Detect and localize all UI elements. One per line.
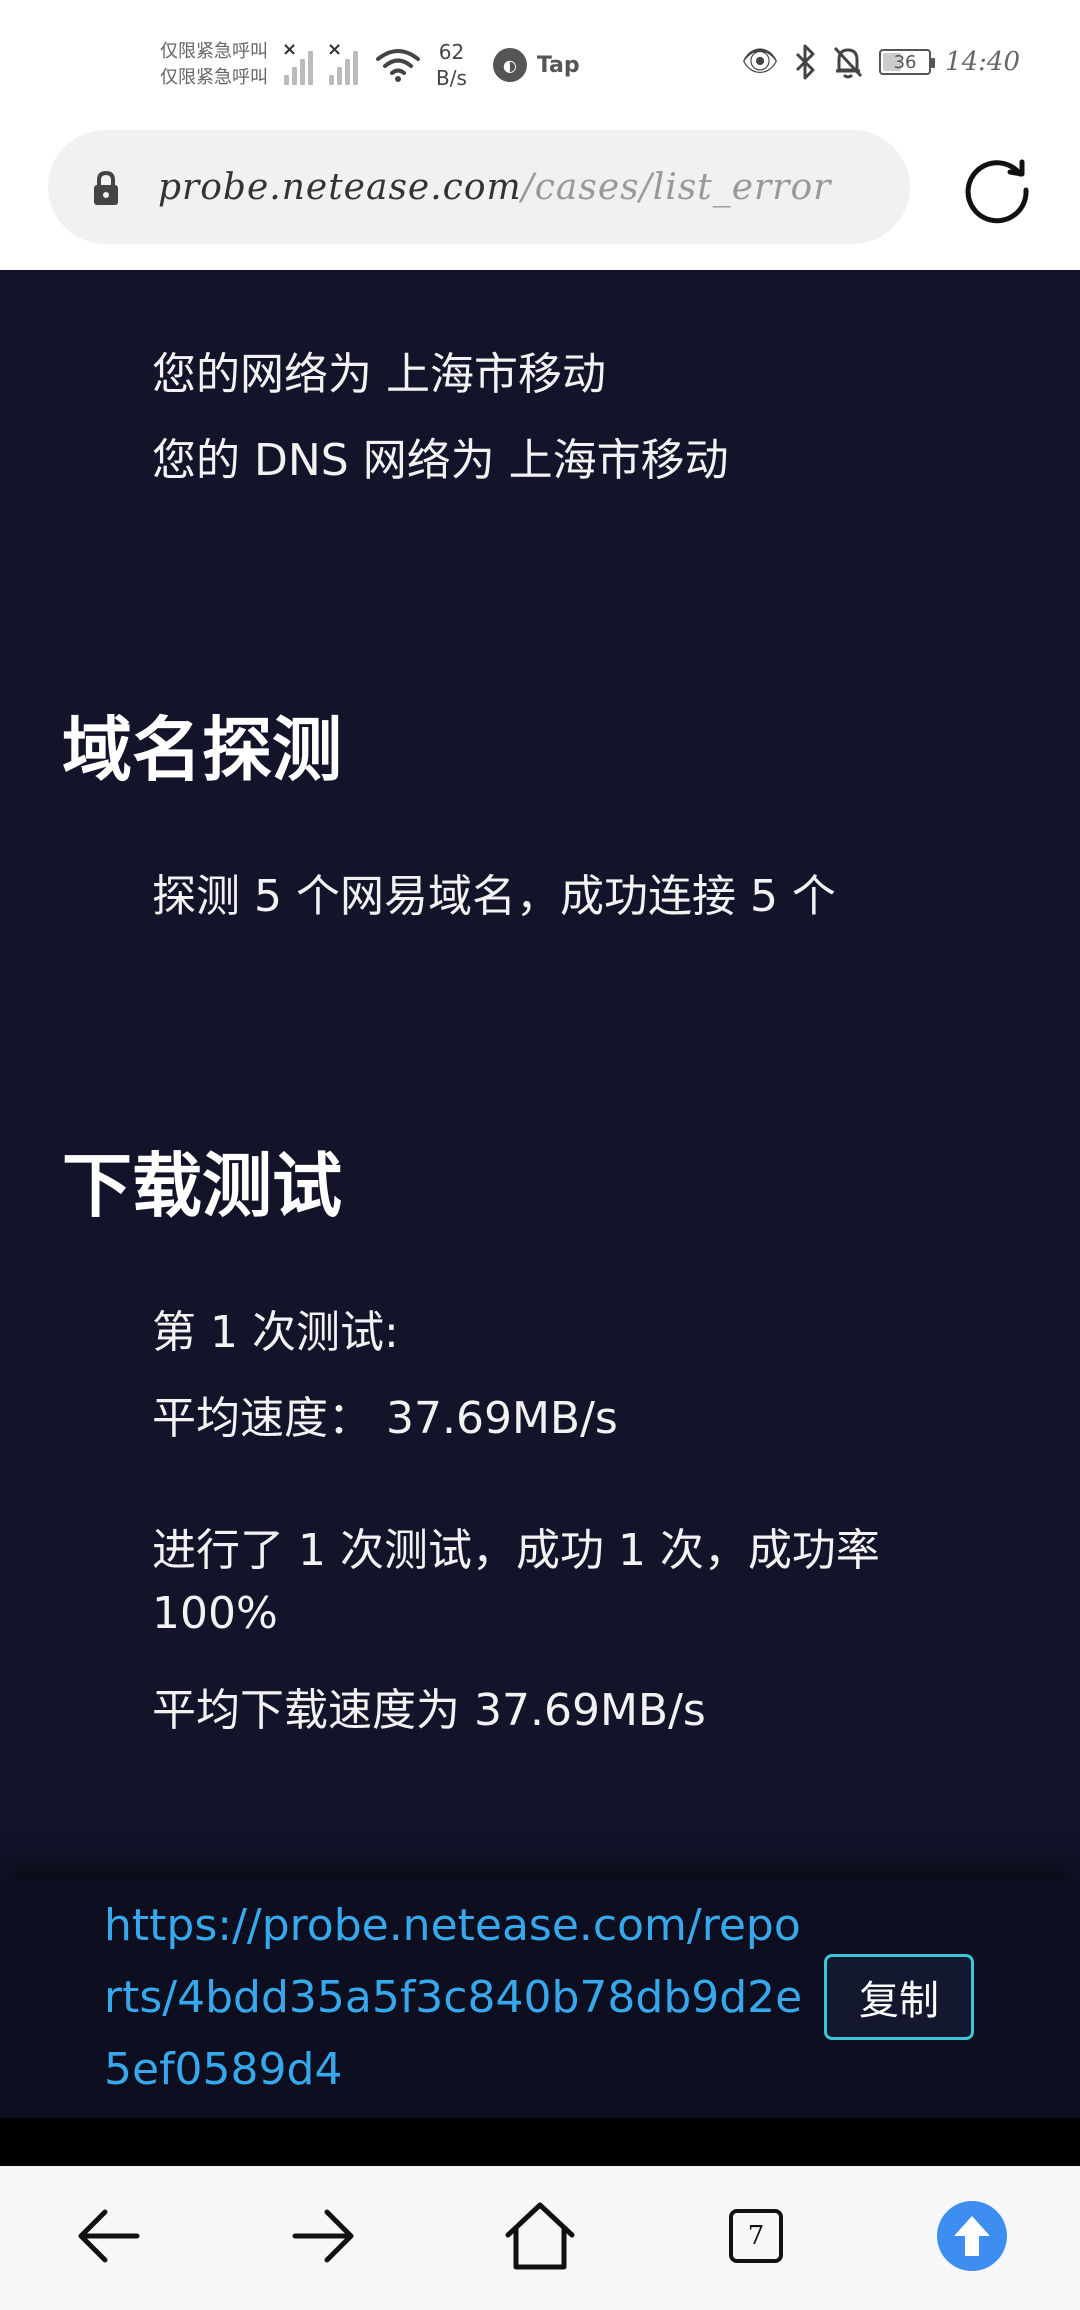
battery-level: 36 [893,51,917,73]
mute-bell-icon [833,46,863,79]
carrier-label: 仅限紧急呼叫 仅限紧急呼叫 [160,39,268,91]
arrow-right-icon [292,2209,354,2263]
signal-2-icon: × [327,39,358,85]
upload-circle [937,2201,1007,2271]
status-bar: 仅限紧急呼叫 仅限紧急呼叫 × × 62 B/s ◐ Tap 👁 36 14:4… [0,0,1080,122]
domain-probe-heading: 域名探测 [62,709,342,791]
carrier-line-1: 仅限紧急呼叫 [160,41,268,62]
home-icon [505,2202,575,2270]
clock: 14:40 [945,47,1020,77]
dns-info: 您的 DNS 网络为 上海市移动 [152,435,729,486]
back-button[interactable] [68,2196,148,2276]
home-button[interactable] [500,2196,580,2276]
status-left: 仅限紧急呼叫 仅限紧急呼叫 × × 62 B/s ◐ Tap [160,30,580,100]
average-speed: 平均速度： 37.69MB/s [152,1393,618,1444]
average-download-speed: 平均下载速度为 37.69MB/s [152,1685,706,1736]
network-speed: 62 B/s [436,39,467,91]
report-bar: https://probe.netease.com/reports/4bdd35… [0,1880,1080,2118]
test-1-label: 第 1 次测试: [152,1307,399,1358]
divider-strip [0,2118,1080,2166]
domain-probe-result: 探测 5 个网易域名，成功连接 5 个 [152,871,836,922]
tap-app-icon: ◐ [492,48,527,82]
test-summary-line-1: 进行了 1 次测试，成功 1 次，成功率 [152,1525,880,1576]
copy-button[interactable]: 复制 [824,1954,974,2040]
test-summary-line-2: 100% [152,1588,278,1639]
eye-icon: 👁 [740,44,780,79]
url-field[interactable]: probe.netease.com/cases/list_error [48,130,910,244]
tabs-count: 7 [729,2209,783,2263]
status-right: 👁 36 14:40 [741,40,1020,84]
tap-label: Tap [536,52,580,78]
forward-button[interactable] [284,2196,364,2276]
upload-button[interactable] [932,2196,1012,2276]
reload-icon[interactable] [958,150,1036,228]
address-bar: probe.netease.com/cases/list_error [0,122,1080,270]
wifi-icon [376,49,420,82]
bluetooth-icon [796,44,815,80]
battery-icon: 36 [879,49,936,75]
download-test-heading: 下载测试 [62,1145,342,1227]
bottom-nav: 7 [0,2166,1080,2310]
url-host: probe.netease.com [158,166,522,208]
report-link[interactable]: https://probe.netease.com/reports/4bdd35… [104,1890,804,2106]
speed-value: 62 [438,40,465,64]
lock-icon [94,170,118,205]
signal-1-icon: × [282,39,313,85]
speed-unit: B/s [436,66,467,90]
arrow-up-icon [954,2216,990,2256]
tabs-button[interactable]: 7 [716,2196,796,2276]
carrier-line-2: 仅限紧急呼叫 [160,67,268,88]
url-path: /cases/list_error [521,166,832,208]
arrow-left-icon [78,2209,140,2263]
network-info: 您的网络为 上海市移动 [152,349,606,400]
page-content: 您的网络为 上海市移动 您的 DNS 网络为 上海市移动 域名探测 探测 5 个… [0,270,1080,1880]
url-text: probe.netease.com/cases/list_error [158,167,831,208]
